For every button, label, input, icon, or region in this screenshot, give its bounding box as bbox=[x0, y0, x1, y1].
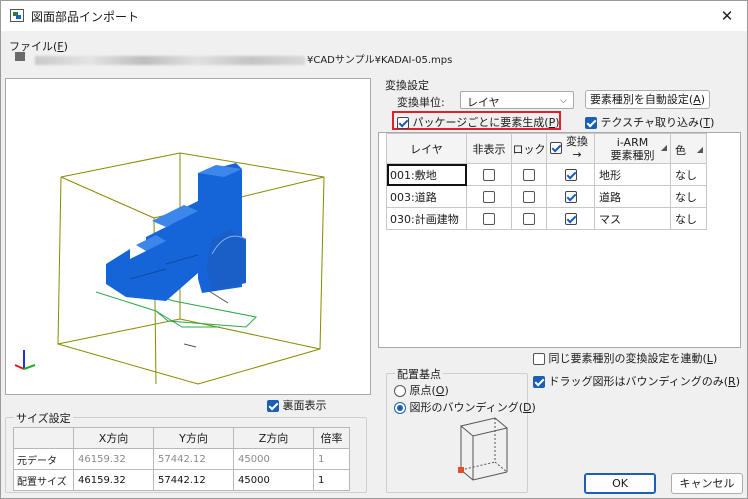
layer-name[interactable]: 001:敷地 bbox=[386, 163, 467, 186]
conversion-group-title: 変換設定 bbox=[385, 79, 429, 92]
convert-all-checkbox[interactable] bbox=[550, 142, 562, 154]
chevron-down-icon: ⌵ bbox=[560, 96, 567, 106]
size-z-input[interactable]: 45000 bbox=[233, 469, 314, 491]
lock-cell[interactable] bbox=[511, 163, 547, 186]
layer-table-header: レイヤ 非表示 ロック 変換 → i-ARM 要素種別 ◢ 色 ◢ bbox=[386, 133, 707, 164]
base-point-marker bbox=[458, 467, 464, 473]
color-cell[interactable]: なし bbox=[670, 163, 707, 186]
size-row-source: 元データ 46159.32 57442.12 45000 1 bbox=[13, 448, 350, 470]
col-color[interactable]: 色 ◢ bbox=[670, 133, 707, 164]
link-checkbox[interactable] bbox=[533, 353, 545, 365]
col-lock[interactable]: ロック bbox=[511, 133, 547, 164]
size-table: X方向 Y方向 Z方向 倍率 元データ 46159.32 57442.12 45… bbox=[13, 427, 350, 491]
package-option[interactable]: パッケージごとに要素生成(P) bbox=[397, 114, 560, 130]
layer-grid[interactable]: レイヤ 非表示 ロック 変換 → i-ARM 要素種別 ◢ 色 ◢ 001:敷地 地形 … bbox=[378, 132, 741, 348]
close-icon: ✕ bbox=[720, 7, 734, 25]
table-row[interactable]: 001:敷地 地形 なし bbox=[386, 163, 707, 186]
file-icon bbox=[15, 52, 25, 61]
color-cell[interactable]: なし bbox=[670, 185, 707, 208]
cancel-button[interactable]: キャンセル bbox=[671, 473, 743, 494]
app-icon bbox=[10, 9, 24, 22]
texture-checkbox[interactable] bbox=[585, 117, 597, 129]
col-hidden[interactable]: 非表示 bbox=[466, 133, 512, 164]
sort-triangle-icon: ◢ bbox=[696, 145, 703, 154]
table-row[interactable]: 003:道路 道路 なし bbox=[386, 185, 707, 208]
unit-label: 変換単位: bbox=[397, 96, 445, 109]
convert-cell[interactable] bbox=[546, 207, 595, 230]
bounding-box-diagram bbox=[458, 417, 509, 481]
road-outline bbox=[183, 290, 229, 348]
color-cell[interactable]: なし bbox=[670, 207, 707, 230]
preview-viewport[interactable] bbox=[5, 78, 371, 395]
lock-cell[interactable] bbox=[511, 185, 547, 208]
origin-radio[interactable] bbox=[394, 385, 406, 397]
unit-select[interactable]: レイヤ ⌵ bbox=[460, 91, 574, 109]
layer-table: レイヤ 非表示 ロック 変換 → i-ARM 要素種別 ◢ 色 ◢ 001:敷地 地形 … bbox=[386, 133, 707, 230]
size-x-input[interactable]: 46159.32 bbox=[73, 469, 154, 491]
package-checkbox[interactable] bbox=[397, 117, 409, 129]
close-button[interactable]: ✕ bbox=[707, 1, 747, 31]
convert-cell[interactable] bbox=[546, 163, 595, 186]
col-element-type[interactable]: i-ARM 要素種別 ◢ bbox=[594, 133, 671, 164]
file-path: ¥CADサンプル¥KADAI-05.mps bbox=[35, 51, 452, 66]
convert-cell[interactable] bbox=[546, 185, 595, 208]
import-dialog: 図面部品インポート ✕ ファイル(F) ¥CADサンプル¥KADAI-05.mp… bbox=[0, 0, 748, 499]
texture-option[interactable]: テクスチャ取り込み(T) bbox=[585, 114, 714, 130]
scale-input[interactable]: 1 bbox=[313, 469, 350, 491]
size-row-placement[interactable]: 配置サイズ 46159.32 57442.12 45000 1 bbox=[13, 469, 350, 491]
col-convert[interactable]: 変換 → bbox=[546, 133, 595, 164]
hidden-cell[interactable] bbox=[466, 163, 512, 186]
lock-cell[interactable] bbox=[511, 207, 547, 230]
layer-name[interactable]: 030:計画建物 bbox=[386, 207, 467, 230]
col-layer[interactable]: レイヤ bbox=[386, 133, 467, 164]
table-row[interactable]: 030:計画建物 マス なし bbox=[386, 207, 707, 230]
file-path-redacted bbox=[35, 55, 305, 65]
size-table-header: X方向 Y方向 Z方向 倍率 bbox=[13, 427, 350, 449]
auto-assign-button[interactable]: 要素種別を自動設定(A) bbox=[585, 90, 710, 109]
axis-gizmo bbox=[14, 350, 36, 370]
window-title: 図面部品インポート bbox=[31, 10, 140, 24]
drag-bbox-option[interactable]: ドラッグ図形はバウンディングのみ(R) bbox=[533, 373, 740, 389]
bbox-radio[interactable] bbox=[394, 402, 406, 414]
link-option[interactable]: 同じ要素種別の変換設定を連動(L) bbox=[533, 350, 717, 366]
hidden-cell[interactable] bbox=[466, 207, 512, 230]
element-type[interactable]: 地形 bbox=[594, 163, 671, 186]
drag-bbox-checkbox[interactable] bbox=[533, 376, 545, 388]
sort-triangle-icon: ◢ bbox=[660, 143, 667, 152]
backface-checkbox[interactable] bbox=[267, 400, 279, 412]
origin-option[interactable]: 原点(O) bbox=[394, 382, 449, 398]
layer-name[interactable]: 003:道路 bbox=[386, 185, 467, 208]
element-type[interactable]: マス bbox=[594, 207, 671, 230]
title-bar: 図面部品インポート ✕ bbox=[1, 1, 747, 31]
size-y-input[interactable]: 57442.12 bbox=[153, 469, 234, 491]
element-type[interactable]: 道路 bbox=[594, 185, 671, 208]
hidden-cell[interactable] bbox=[466, 185, 512, 208]
preview-canvas bbox=[14, 152, 325, 385]
backface-option[interactable]: 裏面表示 bbox=[267, 397, 327, 413]
ok-button[interactable]: OK bbox=[584, 473, 656, 494]
building-mass bbox=[106, 163, 247, 301]
